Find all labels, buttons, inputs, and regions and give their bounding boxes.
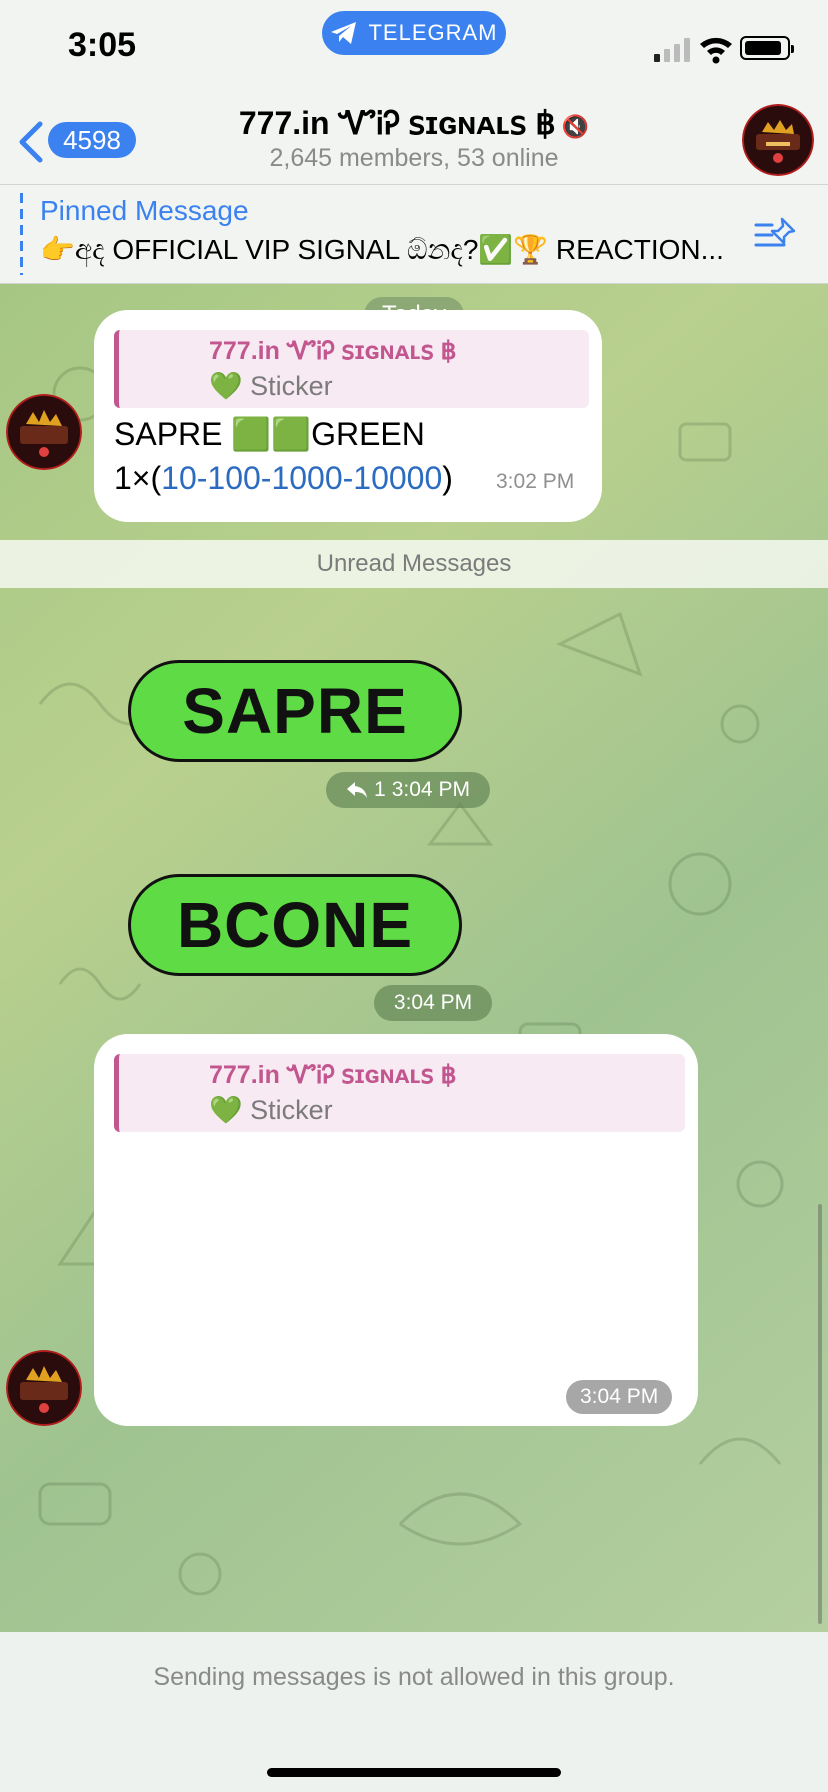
- message-line-2: 1×(10-100-1000-10000): [114, 456, 494, 500]
- message-time: 3:02 PM: [496, 470, 575, 493]
- reply-quote[interactable]: 777.in ᏉᎥᎮ ꜱɪɢɴᴀʟꜱ ฿ 💚 Sticker: [114, 1054, 685, 1132]
- pinned-text: 👉අද OFFICIAL VIP SIGNAL ඕනද?✅🏆 REACTION.…: [40, 234, 724, 265]
- telegram-icon: [331, 22, 357, 44]
- telegram-pill-label: TELEGRAM: [368, 20, 498, 45]
- quote-sender-name: 777.in ᏉᎥᎮ ꜱɪɢɴᴀʟꜱ ฿: [209, 1061, 457, 1089]
- pinned-indicator: [20, 193, 23, 275]
- sticker-time-pill[interactable]: 1 3:04 PM: [326, 772, 490, 808]
- status-bar: 3:05 TELEGRAM: [0, 0, 828, 92]
- chat-scrollbar[interactable]: [818, 1204, 822, 1624]
- battery-icon: [740, 36, 794, 60]
- signal-icon: [654, 38, 690, 62]
- message-text: SAPRE 🟩🟩GREEN 1×(10-100-1000-10000): [114, 412, 494, 500]
- mute-icon: 🔇: [561, 114, 590, 139]
- chat-area[interactable]: Today 777.in ᏉᎥᎮ ꜱɪɢɴᴀʟꜱ ฿ 💚 Sticker SAP…: [0, 284, 828, 1632]
- pinned-title: Pinned Message: [40, 195, 249, 226]
- unread-messages-separator: Unread Messages: [0, 540, 828, 588]
- quote-sender-name: 777.in ᏉᎥᎮ ꜱɪɢɴᴀʟꜱ ฿: [209, 337, 457, 365]
- media-time: 3:04 PM: [566, 1380, 673, 1414]
- pin-list-icon[interactable]: [754, 215, 798, 253]
- sticker-time-pill: 3:04 PM: [374, 985, 492, 1021]
- group-avatar[interactable]: [742, 104, 814, 176]
- reply-quote[interactable]: 777.in ᏉᎥᎮ ꜱɪɢɴᴀʟꜱ ฿ 💚 Sticker: [114, 330, 589, 408]
- home-indicator[interactable]: [267, 1768, 561, 1777]
- wifi-icon: [700, 37, 732, 64]
- sender-avatar[interactable]: [6, 1350, 82, 1426]
- message-line-1: SAPRE 🟩🟩GREEN: [114, 416, 425, 452]
- message-bubble[interactable]: 777.in ᏉᎥᎮ ꜱɪɢɴᴀʟꜱ ฿ 💚 Sticker SAPRE 🟩🟩G…: [94, 310, 602, 522]
- status-time: 3:05: [68, 26, 137, 64]
- message-link[interactable]: 10-100-1000-10000: [161, 460, 442, 496]
- sticker-time: 3:04 PM: [391, 778, 470, 801]
- message-bubble[interactable]: 777.in ᏉᎥᎮ ꜱɪɢɴᴀʟꜱ ฿ 💚 Sticker 3:04 PM: [94, 1034, 698, 1426]
- quote-preview: 💚 Sticker: [209, 371, 333, 401]
- sender-avatar[interactable]: [6, 394, 82, 470]
- reply-count: 1: [374, 778, 386, 801]
- quote-preview: 💚 Sticker: [209, 1095, 333, 1125]
- chat-header: 4598 777.in ᏉᎥᎮ ꜱɪɢɴᴀʟꜱ ฿ 🔇 2,645 members…: [0, 92, 828, 185]
- reply-icon: [347, 782, 368, 798]
- message-line-2-prefix: 1×(: [114, 460, 162, 496]
- chat-title[interactable]: 777.in ᏉᎥᎮ ꜱɪɢɴᴀʟꜱ ฿ 🔇: [0, 104, 828, 143]
- sticker-bcone[interactable]: BCONE: [128, 874, 462, 976]
- sticker-sapre[interactable]: SAPRE: [128, 660, 462, 762]
- message-line-2-suffix: ): [442, 460, 453, 496]
- pinned-message-bar[interactable]: Pinned Message 👉අද OFFICIAL VIP SIGNAL ඕ…: [0, 185, 828, 284]
- chat-title-text: 777.in ᏉᎥᎮ ꜱɪɢɴᴀʟꜱ ฿: [238, 105, 556, 141]
- send-disabled-notice: Sending messages is not allowed in this …: [153, 1663, 675, 1691]
- chat-subtitle: 2,645 members, 53 online: [269, 144, 559, 172]
- telegram-pill[interactable]: TELEGRAM: [322, 11, 506, 55]
